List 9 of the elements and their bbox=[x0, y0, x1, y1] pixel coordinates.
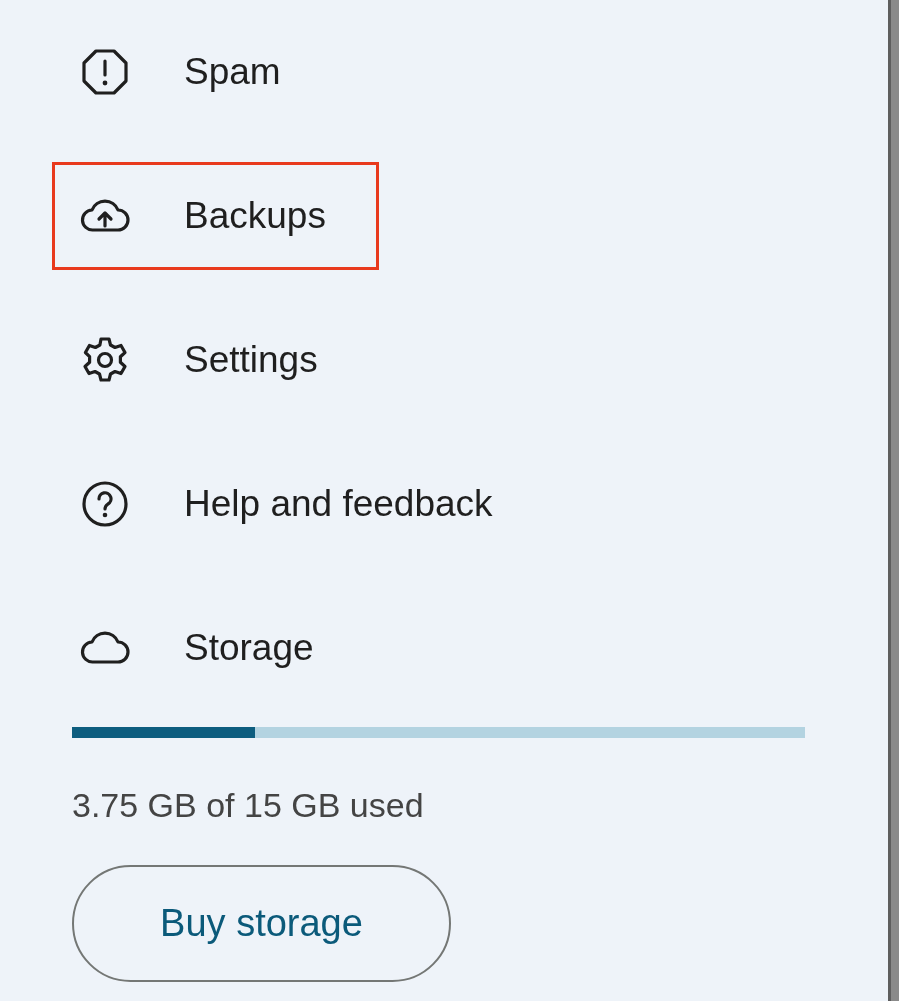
storage-usage-text: 3.75 GB of 15 GB used bbox=[72, 785, 425, 826]
help-icon bbox=[79, 478, 131, 530]
menu-item[interactable]: Spam bbox=[184, 44, 281, 100]
buy-storage-button[interactable]: Buy storage bbox=[72, 865, 451, 982]
menu-item[interactable]: Backups bbox=[184, 188, 326, 244]
menu-item[interactable]: Storage bbox=[184, 620, 314, 676]
menu-item[interactable]: Help and feedback bbox=[184, 476, 493, 532]
warning-icon bbox=[79, 46, 131, 98]
menu-item[interactable]: Settings bbox=[184, 332, 318, 388]
